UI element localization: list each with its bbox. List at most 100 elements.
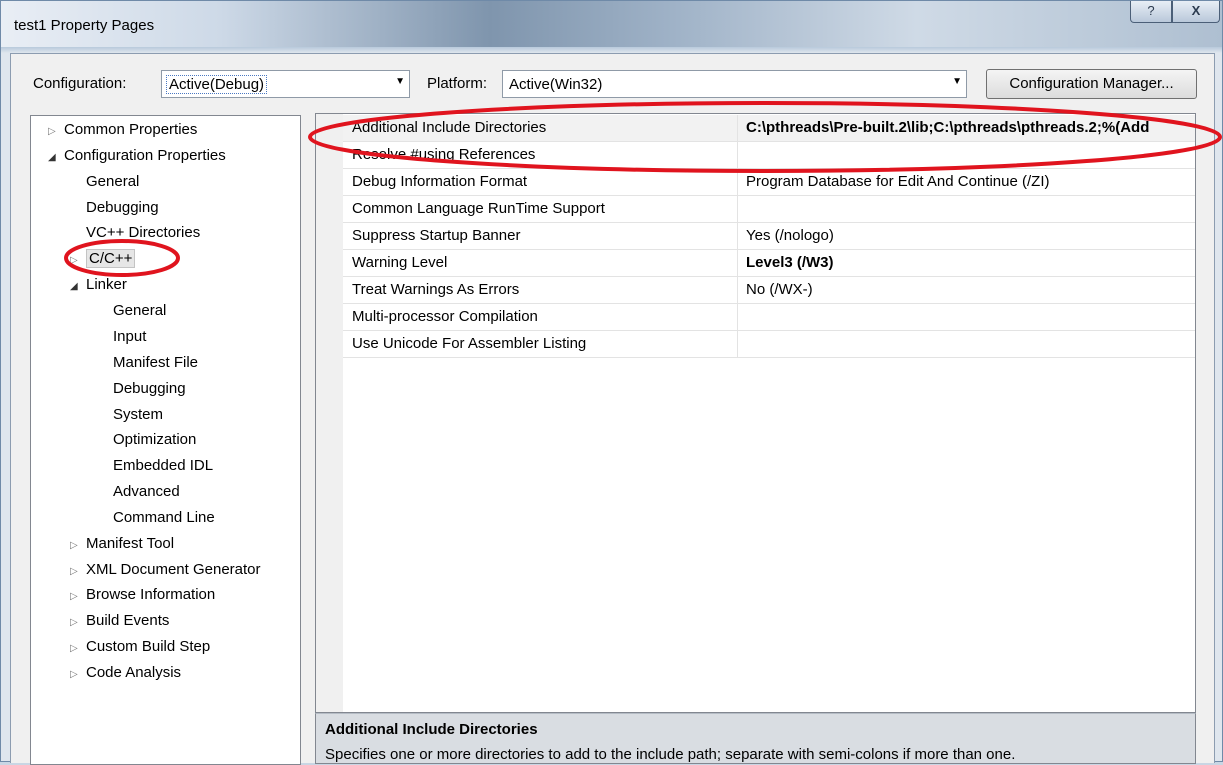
expand-icon[interactable]: ▷ xyxy=(70,535,86,557)
tree-item-linker-debugging[interactable]: Debugging xyxy=(113,378,186,400)
description-title: Additional Include Directories xyxy=(325,721,538,738)
property-row-additional-include-directories[interactable]: Additional Include Directories C:\pthrea… xyxy=(343,115,1195,142)
property-row-suppress-startup-banner[interactable]: Suppress Startup Banner Yes (/nologo) xyxy=(343,223,1195,250)
platform-dropdown[interactable]: Active(Win32) ▼ xyxy=(502,70,967,98)
tree-item-label: Custom Build Step xyxy=(86,638,211,655)
tree-item-linker-manifest-file[interactable]: Manifest File xyxy=(113,352,198,374)
tree-item-label: Input xyxy=(113,328,147,345)
configuration-dropdown[interactable]: Active(Debug) ▼ xyxy=(161,70,410,98)
tree-item-debugging[interactable]: Debugging xyxy=(86,197,159,219)
property-name: Multi-processor Compilation xyxy=(343,304,738,330)
property-value[interactable]: Program Database for Edit And Continue (… xyxy=(739,169,1195,195)
tree-item-linker-embedded-idl[interactable]: Embedded IDL xyxy=(113,455,213,477)
description-pane: Additional Include Directories Specifies… xyxy=(315,713,1196,764)
collapse-icon[interactable]: ◢ xyxy=(48,147,64,169)
window-title: test1 Property Pages xyxy=(14,17,155,34)
tree-item-label: Command Line xyxy=(113,509,215,526)
property-name: Debug Information Format xyxy=(343,169,738,195)
title-bar: test1 Property Pages ? X xyxy=(1,1,1222,47)
property-value[interactable] xyxy=(739,196,1195,222)
property-value[interactable] xyxy=(739,331,1195,357)
tree-item-label: General xyxy=(86,173,140,190)
property-row-warning-level[interactable]: Warning Level Level3 (/W3) xyxy=(343,250,1195,277)
tree-item-configuration-properties[interactable]: ◢ Configuration Properties xyxy=(48,145,226,167)
tree-item-label: XML Document Generator xyxy=(86,561,261,578)
property-row-unicode-assembler-listing[interactable]: Use Unicode For Assembler Listing xyxy=(343,331,1195,358)
tree-item-linker-input[interactable]: Input xyxy=(113,326,146,348)
property-grid[interactable]: Additional Include Directories C:\pthrea… xyxy=(315,113,1196,713)
tree-item-linker[interactable]: ◢ Linker xyxy=(70,274,127,296)
property-value[interactable] xyxy=(739,304,1195,330)
property-name: Suppress Startup Banner xyxy=(343,223,738,249)
tree-item-label: Optimization xyxy=(113,431,197,448)
configuration-value: Active(Debug) xyxy=(166,75,268,94)
tree-item-label: Browse Information xyxy=(86,586,216,603)
tree-item-label: C/C++ xyxy=(86,249,136,268)
tree-item-label: Code Analysis xyxy=(86,664,182,681)
property-row-treat-warnings-as-errors[interactable]: Treat Warnings As Errors No (/WX-) xyxy=(343,277,1195,304)
configuration-label: Configuration: xyxy=(33,75,127,92)
tree-item-label: Build Events xyxy=(86,612,170,629)
property-name: Additional Include Directories xyxy=(343,115,738,141)
property-value[interactable]: Level3 (/W3) xyxy=(739,250,1195,276)
tree-item-label: Configuration Properties xyxy=(64,147,226,164)
tree-item-label: Manifest File xyxy=(113,354,199,371)
platform-label: Platform: xyxy=(427,75,488,92)
expand-icon[interactable]: ▷ xyxy=(70,664,86,686)
property-value[interactable]: Yes (/nologo) xyxy=(739,223,1195,249)
tree-item-linker-advanced[interactable]: Advanced xyxy=(113,481,180,503)
tree-item-linker-command-line[interactable]: Command Line xyxy=(113,507,215,529)
expand-icon[interactable]: ▷ xyxy=(70,561,86,583)
tree-item-label: Embedded IDL xyxy=(113,457,214,474)
property-value[interactable]: No (/WX-) xyxy=(739,277,1195,303)
property-value[interactable] xyxy=(739,142,1195,168)
tree-item-general[interactable]: General xyxy=(86,171,139,193)
property-tree[interactable]: ▷ Common Properties ◢ Configuration Proper… xyxy=(30,115,301,765)
tree-item-xml-document-generator[interactable]: ▷ XML Document Generator xyxy=(70,559,261,581)
tree-item-vc-directories[interactable]: VC++ Directories xyxy=(86,222,200,244)
property-row-multi-processor-compilation[interactable]: Multi-processor Compilation xyxy=(343,304,1195,331)
tree-item-manifest-tool[interactable]: ▷ Manifest Tool xyxy=(70,533,174,555)
tree-item-label: General xyxy=(113,302,167,319)
platform-value: Active(Win32) xyxy=(509,76,603,93)
tree-item-code-analysis[interactable]: ▷ Code Analysis xyxy=(70,662,181,684)
expand-icon[interactable]: ▷ xyxy=(70,250,86,272)
property-name: Resolve #using References xyxy=(343,142,738,168)
expand-icon[interactable]: ▷ xyxy=(48,121,64,143)
property-row-clr-support[interactable]: Common Language RunTime Support xyxy=(343,196,1195,223)
expand-icon[interactable]: ▷ xyxy=(70,586,86,608)
expand-icon[interactable]: ▷ xyxy=(70,638,86,660)
expand-icon[interactable]: ▷ xyxy=(70,612,86,634)
grid-gutter xyxy=(316,114,343,712)
property-row-resolve-using-references[interactable]: Resolve #using References xyxy=(343,142,1195,169)
tree-item-label: Advanced xyxy=(113,483,180,500)
close-button[interactable]: X xyxy=(1172,1,1220,23)
tree-item-custom-build-step[interactable]: ▷ Custom Build Step xyxy=(70,636,210,658)
property-row-debug-information-format[interactable]: Debug Information Format Program Databas… xyxy=(343,169,1195,196)
tree-item-common-properties[interactable]: ▷ Common Properties xyxy=(48,119,197,141)
property-value[interactable]: C:\pthreads\Pre-built.2\lib;C:\pthreads\… xyxy=(739,115,1195,141)
tree-item-browse-information[interactable]: ▷ Browse Information xyxy=(70,584,215,606)
tree-item-label: Debugging xyxy=(86,199,159,216)
tree-item-linker-general[interactable]: General xyxy=(113,300,166,322)
tree-item-label: Common Properties xyxy=(64,121,198,138)
chevron-down-icon: ▼ xyxy=(952,76,962,87)
help-button[interactable]: ? xyxy=(1130,1,1172,23)
description-text: Specifies one or more directories to add… xyxy=(325,746,1016,763)
collapse-icon[interactable]: ◢ xyxy=(70,276,86,298)
dialog-client-area: Configuration: Active(Debug) ▼ Platform:… xyxy=(10,53,1215,765)
help-icon: ? xyxy=(1147,3,1155,18)
tree-item-label: Linker xyxy=(86,276,127,293)
tree-item-linker-optimization[interactable]: Optimization xyxy=(113,429,196,451)
tree-item-label: VC++ Directories xyxy=(86,224,201,241)
property-pages-window: test1 Property Pages ? X Configuration: … xyxy=(0,0,1223,765)
tree-item-build-events[interactable]: ▷ Build Events xyxy=(70,610,169,632)
property-name: Common Language RunTime Support xyxy=(343,196,738,222)
property-name: Use Unicode For Assembler Listing xyxy=(343,331,738,357)
chevron-down-icon: ▼ xyxy=(395,76,405,87)
tree-item-linker-system[interactable]: System xyxy=(113,404,163,426)
configuration-manager-button[interactable]: Configuration Manager... xyxy=(986,69,1197,99)
tree-item-c-cpp[interactable]: ▷ C/C++ xyxy=(70,248,136,272)
property-name: Warning Level xyxy=(343,250,738,276)
tree-item-label: Debugging xyxy=(113,380,186,397)
